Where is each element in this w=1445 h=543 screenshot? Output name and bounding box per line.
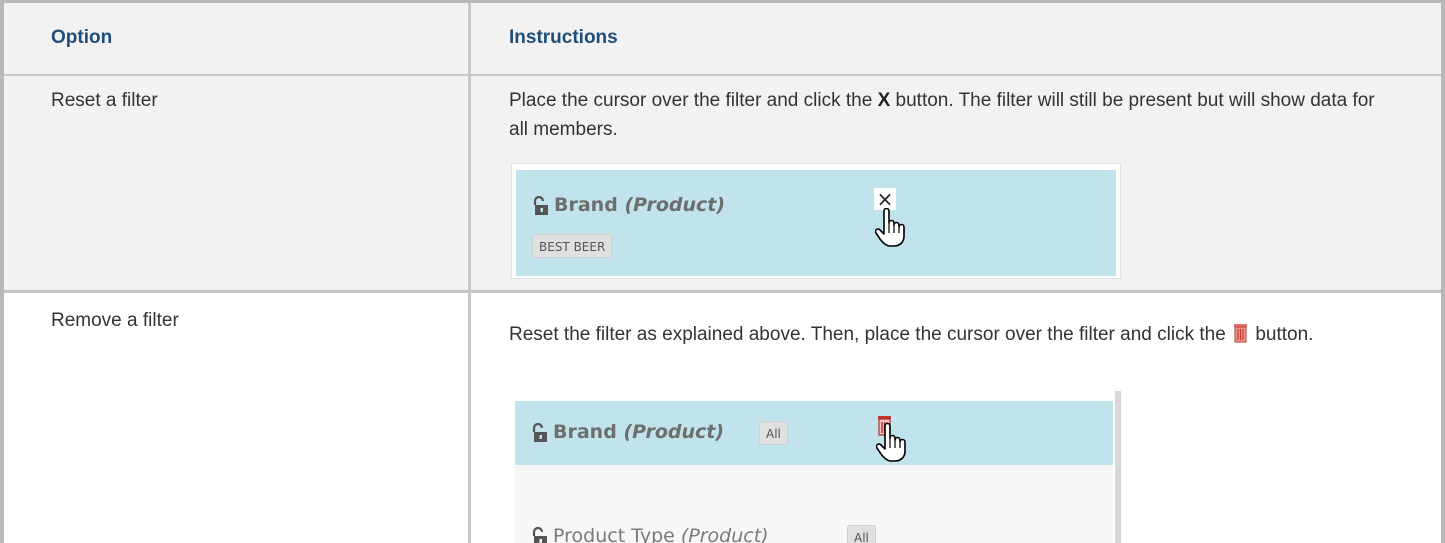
header-option: Option	[51, 27, 113, 48]
instructions-text: Reset the filter as explained above. The…	[509, 324, 1232, 345]
lock-icon	[532, 527, 547, 543]
filter-name: Product Type	[553, 525, 675, 543]
close-icon[interactable]: ×	[874, 188, 896, 210]
instructions-cell: Reset the filter as explained above. The…	[509, 320, 1389, 349]
lock-icon	[533, 196, 548, 215]
lock-icon	[532, 423, 547, 442]
filter-card[interactable]: Brand (Product) All	[515, 401, 1113, 465]
scrollbar[interactable]	[1115, 391, 1121, 543]
column-divider	[468, 3, 471, 543]
hand-cursor-icon	[875, 208, 905, 247]
header-instructions: Instructions	[509, 27, 618, 48]
hand-cursor-icon	[876, 423, 906, 462]
option-cell: Remove a filter	[51, 310, 179, 331]
filter-dimension: (Product)	[623, 421, 725, 443]
member-tag: All	[759, 421, 788, 445]
instructions-text: Place the cursor over the filter and cli…	[509, 90, 878, 111]
instructions-cell: Place the cursor over the filter and cli…	[509, 86, 1389, 144]
filter-title: Brand (Product)	[553, 421, 724, 443]
filter-name: Brand	[553, 421, 617, 443]
option-cell: Reset a filter	[51, 90, 158, 111]
member-tag: All	[847, 525, 876, 543]
filter-screenshot-reset: Brand (Product) BEST BEER ×	[511, 163, 1121, 279]
member-tag: BEST BEER	[532, 234, 613, 258]
instructions-bold: X	[877, 90, 891, 111]
table-header-row: Option Instructions	[4, 3, 1441, 76]
trash-icon	[1234, 324, 1248, 343]
filter-dimension: (Product)	[624, 194, 726, 216]
filter-screenshot-remove: Brand (Product) All Product Type (Produc…	[511, 391, 1121, 543]
filter-dimension: (Product)	[680, 525, 769, 543]
filter-name: Brand	[554, 194, 618, 216]
instructions-text: button.	[1250, 324, 1314, 345]
filter-title: Product Type (Product)	[553, 525, 769, 543]
filter-title: Brand (Product)	[554, 194, 725, 216]
filter-card[interactable]: Brand (Product) BEST BEER ×	[516, 170, 1116, 276]
filter-card[interactable]: Product Type (Product) All	[515, 465, 1113, 543]
